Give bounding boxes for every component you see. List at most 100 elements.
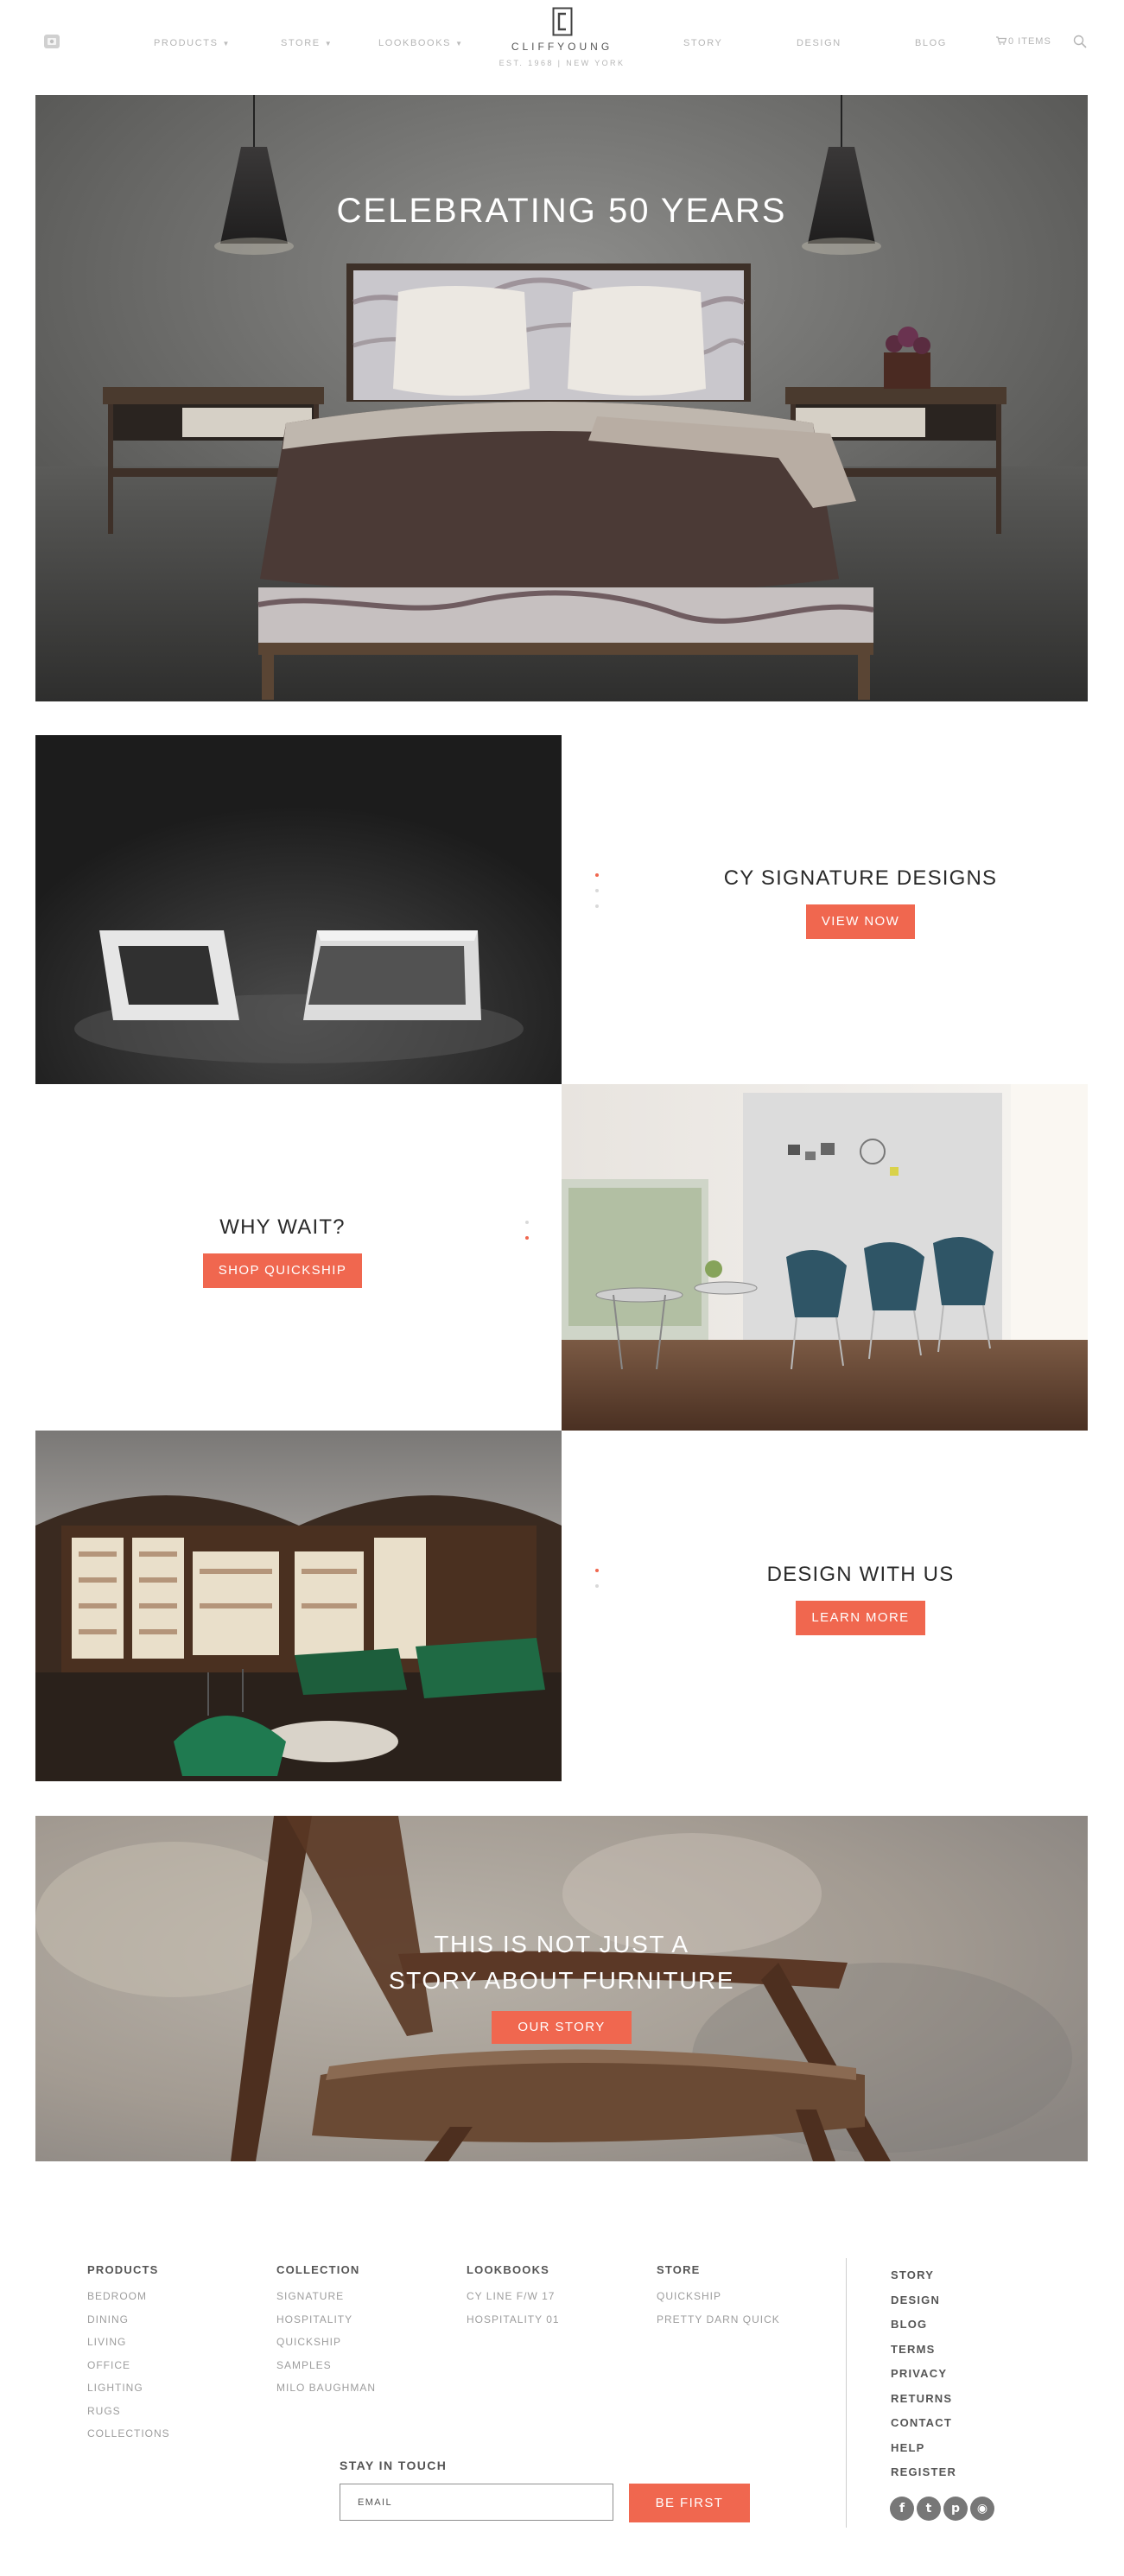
instagram-icon[interactable]: ◉	[970, 2497, 994, 2521]
quickship-text: WHY WAIT? SHOP QUICKSHIP	[87, 1215, 478, 1288]
footer-link-privacy[interactable]: PRIVACY	[891, 2362, 956, 2387]
pinterest-icon[interactable]: p	[943, 2497, 968, 2521]
logo-mark-icon	[552, 7, 572, 36]
quickship-heading: WHY WAIT?	[219, 1215, 346, 1239]
newsletter-heading: STAY IN TOUCH	[340, 2459, 448, 2472]
shop-quickship-button[interactable]: SHOP QUICKSHIP	[202, 1253, 363, 1288]
footer-link[interactable]: LIVING	[87, 2331, 170, 2354]
slider-dot[interactable]	[525, 1221, 529, 1224]
nav-design[interactable]: DESIGN	[797, 38, 841, 48]
hospitality-interior-image	[35, 1431, 562, 1781]
design-image[interactable]	[35, 1431, 562, 1781]
be-first-button[interactable]: BE FIRST	[629, 2484, 750, 2522]
nav-products[interactable]: PRODUCTS ▼	[154, 38, 231, 48]
nav-store[interactable]: STORE ▼	[281, 38, 333, 48]
signature-image[interactable]	[35, 735, 562, 1084]
footer-link[interactable]: RUGS	[87, 2400, 170, 2423]
footer-link-register[interactable]: REGISTER	[891, 2460, 956, 2485]
slider-dot[interactable]	[595, 1569, 599, 1572]
footer-link[interactable]: OFFICE	[87, 2354, 170, 2377]
slider-dot[interactable]	[595, 873, 599, 877]
chevron-down-icon: ▼	[222, 40, 232, 48]
cart-link[interactable]: 0 ITEMS	[996, 36, 1051, 47]
footer-link[interactable]: QUICKSHIP	[276, 2331, 376, 2354]
footer-heading: COLLECTION	[276, 2263, 360, 2276]
nav-label: LOOKBOOKS	[378, 38, 452, 48]
quickship-image[interactable]	[562, 1084, 1088, 1431]
our-story-button[interactable]: OUR STORY	[492, 2011, 632, 2044]
footer-column-store: STORE QUICKSHIP PRETTY DARN QUICK	[657, 2263, 780, 2331]
signature-panel: CY SIGNATURE DESIGNS VIEW NOW	[562, 735, 1088, 1084]
footer-link[interactable]: QUICKSHIP	[657, 2285, 780, 2308]
footer-column-collection: COLLECTION SIGNATURE HOSPITALITY QUICKSH…	[276, 2263, 376, 2400]
footer-secondary-links: STORY DESIGN BLOG TERMS PRIVACY RETURNS …	[891, 2263, 956, 2485]
footer-link-story[interactable]: STORY	[891, 2263, 956, 2288]
footer-link[interactable]: HOSPITALITY 01	[467, 2308, 560, 2332]
design-text: DESIGN WITH US LEARN MORE	[665, 1563, 1056, 1635]
search-icon[interactable]	[1073, 35, 1087, 48]
design-heading: DESIGN WITH US	[766, 1563, 955, 1586]
bedroom-image	[35, 95, 1088, 701]
view-now-button[interactable]: VIEW NOW	[805, 904, 916, 939]
footer-divider	[846, 2258, 847, 2528]
logo-name: CLIFFYOUNG	[511, 41, 613, 53]
slider-dot[interactable]	[595, 1584, 599, 1588]
footer-link[interactable]: SAMPLES	[276, 2354, 376, 2377]
slider-dot[interactable]	[525, 1236, 529, 1240]
signature-text: CY SIGNATURE DESIGNS VIEW NOW	[665, 866, 1056, 939]
cart-count: 0 ITEMS	[1008, 36, 1051, 47]
site-footer: PRODUCTS BEDROOM DINING LIVING OFFICE LI…	[0, 2211, 1124, 2576]
footer-link[interactable]: LIGHTING	[87, 2376, 170, 2400]
footer-link-returns[interactable]: RETURNS	[891, 2387, 956, 2412]
footer-link[interactable]: MILO BAUGHMAN	[276, 2376, 376, 2400]
footer-link-help[interactable]: HELP	[891, 2436, 956, 2461]
slider-dots	[594, 1569, 600, 1600]
story-line: THIS IS NOT JUST A	[434, 1931, 689, 1957]
footer-link-terms[interactable]: TERMS	[891, 2338, 956, 2363]
facebook-icon[interactable]: f	[890, 2497, 914, 2521]
footer-link-blog[interactable]: BLOG	[891, 2313, 956, 2338]
lounge-chairs-image	[562, 1084, 1088, 1431]
footer-link[interactable]: BEDROOM	[87, 2285, 170, 2308]
footer-link-contact[interactable]: CONTACT	[891, 2411, 956, 2436]
social-links: f t p ◉	[890, 2497, 997, 2521]
design-panel: DESIGN WITH US LEARN MORE	[562, 1431, 1088, 1781]
footer-heading: PRODUCTS	[87, 2263, 159, 2276]
footer-link[interactable]: PRETTY DARN QUICK	[657, 2308, 780, 2332]
footer-column-products: PRODUCTS BEDROOM DINING LIVING OFFICE LI…	[87, 2263, 170, 2446]
footer-heading: STORE	[657, 2263, 701, 2276]
footer-link[interactable]: DINING	[87, 2308, 170, 2332]
footer-heading: LOOKBOOKS	[467, 2263, 550, 2276]
nav-label: STORY	[683, 38, 723, 48]
footer-column-lookbooks: LOOKBOOKS CY LINE F/W 17 HOSPITALITY 01	[467, 2263, 560, 2331]
nav-blog[interactable]: BLOG	[915, 38, 947, 48]
story-line: STORY ABOUT FURNITURE	[388, 1967, 735, 1994]
chevron-down-icon: ▼	[455, 40, 464, 48]
slider-dot[interactable]	[595, 904, 599, 908]
footer-link[interactable]: SIGNATURE	[276, 2285, 376, 2308]
nav-label: DESIGN	[797, 38, 841, 48]
menu-badge-icon[interactable]	[43, 33, 60, 50]
story-text: THIS IS NOT JUST A STORY ABOUT FURNITURE…	[35, 1926, 1088, 2044]
signature-heading: CY SIGNATURE DESIGNS	[723, 866, 998, 890]
email-field[interactable]	[340, 2484, 613, 2521]
twitter-icon[interactable]: t	[917, 2497, 941, 2521]
footer-link[interactable]: CY LINE F/W 17	[467, 2285, 560, 2308]
cart-icon	[996, 36, 1007, 45]
hero-title: CELEBRATING 50 YEARS	[336, 192, 787, 230]
nav-label: PRODUCTS	[154, 38, 219, 48]
marble-tables-image	[35, 735, 562, 1084]
hero-banner[interactable]: CELEBRATING 50 YEARS	[35, 95, 1088, 701]
logo-established: EST. 1968 | NEW YORK	[498, 59, 626, 67]
learn-more-button[interactable]: LEARN MORE	[796, 1601, 925, 1635]
footer-link-design[interactable]: DESIGN	[891, 2288, 956, 2313]
chevron-down-icon: ▼	[324, 40, 333, 48]
site-header: PRODUCTS ▼ STORE ▼ LOOKBOOKS ▼ CLIFFYOUNG E…	[0, 0, 1124, 86]
nav-lookbooks[interactable]: LOOKBOOKS ▼	[378, 38, 464, 48]
story-banner[interactable]: THIS IS NOT JUST A STORY ABOUT FURNITURE…	[35, 1816, 1088, 2161]
nav-story[interactable]: STORY	[683, 38, 723, 48]
slider-dot[interactable]	[595, 889, 599, 892]
footer-link[interactable]: COLLECTIONS	[87, 2422, 170, 2446]
site-logo[interactable]: CLIFFYOUNG EST. 1968 | NEW YORK	[484, 7, 640, 76]
footer-link[interactable]: HOSPITALITY	[276, 2308, 376, 2332]
